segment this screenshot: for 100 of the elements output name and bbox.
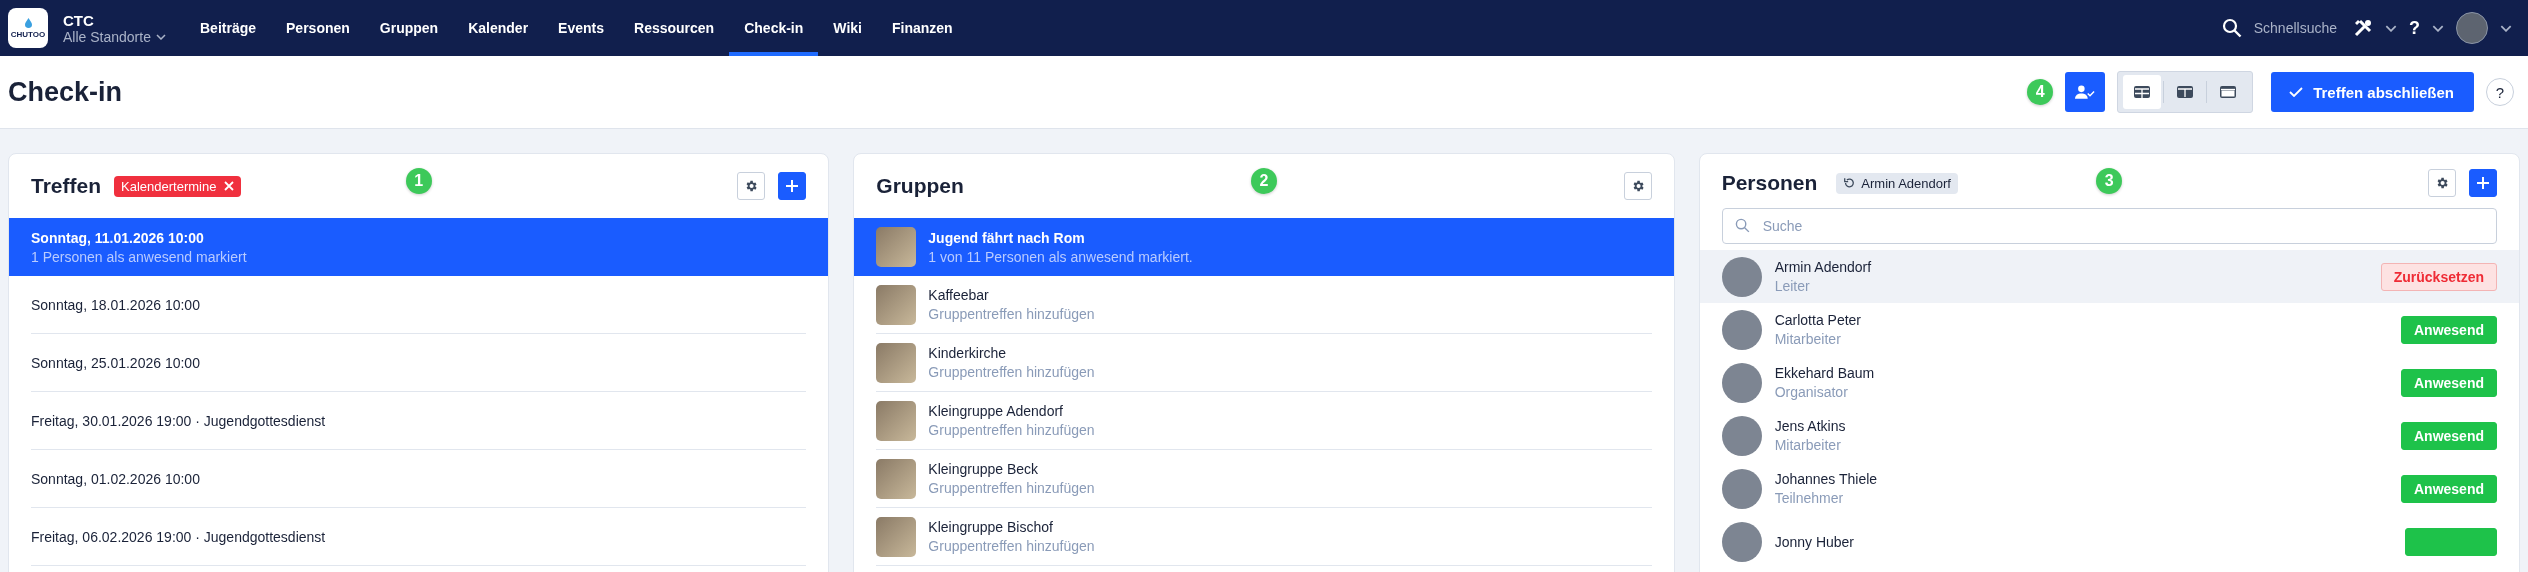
undo-tag[interactable]: Armin Adendorf: [1836, 172, 1958, 194]
plus-icon: [785, 179, 800, 193]
location-selector[interactable]: Alle Standorte: [63, 28, 185, 45]
annotation-marker: 4: [2027, 79, 2054, 105]
person-name: Armin Adendorf: [1774, 259, 1873, 275]
photo-placeholder: [876, 284, 917, 325]
nav-tab[interactable]: Events: [543, 0, 620, 56]
card-title: Gruppen: [876, 174, 964, 198]
help-button[interactable]: ?: [2486, 78, 2514, 106]
group-status: Gruppentreffen hinzufügen: [928, 480, 1095, 496]
card-title: Personen: [1721, 171, 1818, 195]
person-name: Johannes Thiele: [1774, 471, 1879, 487]
meeting-list-item[interactable]: Sonntag, 01.02.2026 10:00: [31, 450, 807, 508]
settings-button[interactable]: [1623, 172, 1652, 200]
plus-icon: [2476, 176, 2490, 190]
settings-button[interactable]: [2428, 169, 2456, 197]
photo-placeholder: [876, 227, 917, 267]
view-toggle[interactable]: [2123, 75, 2162, 109]
avatar: [1721, 521, 1762, 562]
help-menu[interactable]: ?: [2409, 17, 2420, 39]
person-role: Leiter: [1774, 278, 1811, 294]
drop-icon: [24, 17, 32, 28]
grid-layout-icon: [2134, 86, 2151, 98]
person-name: Jens Atkins: [1774, 418, 1847, 434]
person-role: Organisator: [1774, 384, 1849, 400]
logo-icon[interactable]: CHUTOO: [8, 8, 48, 48]
gear-icon: [2435, 176, 2449, 190]
check-icon: [2289, 87, 2304, 97]
filter-tag[interactable]: Kalendertermine: [114, 175, 242, 197]
group-list-item[interactable]: Kleingruppe Adendorf Gruppentreffen hinzufügen: [876, 392, 1652, 450]
group-status: Gruppentreffen hinzufügen: [928, 364, 1095, 380]
add-button[interactable]: [2469, 169, 2497, 197]
meeting-attendance-note: 1 Personen als anwesend markiert: [31, 248, 247, 265]
nav-tab[interactable]: Wiki: [818, 0, 877, 56]
group-name: Kleingruppe Bischof: [928, 519, 1054, 535]
group-name: Kaffeebar: [928, 287, 990, 303]
finish-meeting-button[interactable]: Treffen abschließen: [2271, 72, 2474, 112]
meeting-list-item[interactable]: Freitag, 30.01.2026 19:00 · Jugendgottesdienst: [31, 392, 807, 450]
chevron-down-icon[interactable]: [2385, 24, 2397, 32]
meeting-list-item[interactable]: Sonntag, 18.01.2026 10:00: [31, 276, 807, 334]
meeting-list-item[interactable]: Sonntag, 11.01.2026 10:00 1 Personen als anwesend markiert: [9, 218, 829, 276]
chevron-down-icon[interactable]: [2432, 24, 2444, 32]
organization-name: CTC: [63, 11, 95, 29]
meeting-date: Sonntag, 25.01.2026 10:00: [31, 354, 200, 371]
person-name: Carlotta Peter: [1774, 312, 1863, 328]
group-list-item[interactable]: Kleingruppe Beck Gruppentreffen hinzufügen: [876, 450, 1652, 508]
settings-button[interactable]: [737, 172, 766, 200]
add-button[interactable]: [778, 172, 807, 200]
person-name: Jonny Huber: [1774, 533, 1856, 550]
meeting-list-item[interactable]: Freitag, 06.02.2026 19:00 · Jugendgottesdienst: [31, 508, 807, 566]
nav-tab[interactable]: Kalender: [453, 0, 544, 56]
person-role: Mitarbeiter: [1774, 331, 1842, 347]
user-avatar[interactable]: [2456, 12, 2488, 44]
avatar: [1721, 309, 1762, 350]
annotation-marker: 2: [1251, 168, 1277, 194]
nav-tab[interactable]: Ressourcen: [619, 0, 730, 56]
chevron-down-icon: [155, 33, 166, 40]
person-name: Ekkehard Baum: [1774, 365, 1876, 381]
meeting-date: Freitag, 30.01.2026 19:00 · Jugendgottesdienst: [31, 412, 326, 429]
avatar: [1721, 415, 1762, 456]
annotation-marker: 3: [2096, 168, 2123, 194]
gear-icon: [744, 179, 759, 193]
photo-placeholder: [876, 342, 917, 383]
nav-tab[interactable]: Personen: [271, 0, 365, 56]
group-name: Kleingruppe Beck: [928, 461, 1040, 477]
window-layout-icon: [2220, 86, 2237, 98]
group-status: 1 von 11 Personen als anwesend markiert.: [928, 248, 1193, 265]
group-list-item[interactable]: Kaffeebar Gruppentreffen hinzufügen: [876, 276, 1652, 334]
photo-placeholder: [876, 458, 917, 499]
columns-layout-icon: [2177, 86, 2194, 98]
person-check-icon: [2075, 84, 2096, 100]
nav-tab[interactable]: Beiträge: [185, 0, 272, 56]
chevron-down-icon[interactable]: [2500, 24, 2512, 32]
group-list-item[interactable]: Kleingruppe Bischof Gruppentreffen hinzufügen: [876, 508, 1652, 566]
meeting-date: Sonntag, 01.02.2026 10:00: [31, 470, 200, 487]
search-field[interactable]: Suche: [1721, 208, 2497, 244]
group-status: Gruppentreffen hinzufügen: [928, 422, 1095, 438]
search-icon[interactable]: [2221, 18, 2242, 38]
meeting-date: Freitag, 06.02.2026 19:00 · Jugendgottesdienst: [31, 528, 326, 545]
nav-tab[interactable]: Gruppen: [364, 0, 454, 56]
nav-tab[interactable]: Finanzen: [876, 0, 968, 56]
quick-search-label[interactable]: Schnellsuche: [2253, 20, 2337, 36]
group-list-item[interactable]: Jugend fährt nach Rom 1 von 11 Personen als anwesend markiert.: [854, 218, 1674, 276]
avatar: [1721, 362, 1762, 403]
avatar: [1721, 256, 1762, 297]
logo-text: CHUTOO: [10, 29, 46, 39]
close-icon: [224, 181, 235, 191]
group-status: Gruppentreffen hinzufügen: [928, 306, 1095, 322]
person-check-button[interactable]: [2065, 72, 2106, 112]
group-name: Jugend fährt nach Rom: [928, 229, 1086, 246]
group-list-item[interactable]: Kinderkirche Gruppentreffen hinzufügen: [876, 334, 1652, 392]
group-status: Gruppentreffen hinzufügen: [928, 538, 1095, 554]
annotation-marker: 1: [405, 168, 432, 194]
meeting-date: Sonntag, 11.01.2026 10:00: [31, 229, 205, 246]
group-name: Kleingruppe Adendorf: [928, 403, 1064, 419]
photo-placeholder: [876, 400, 917, 441]
tools-icon[interactable]: [2353, 18, 2373, 38]
meeting-list-item[interactable]: Sonntag, 25.01.2026 10:00: [31, 334, 807, 392]
person-role: Teilnehmer: [1774, 490, 1845, 506]
page-title: Check-in: [8, 76, 123, 108]
